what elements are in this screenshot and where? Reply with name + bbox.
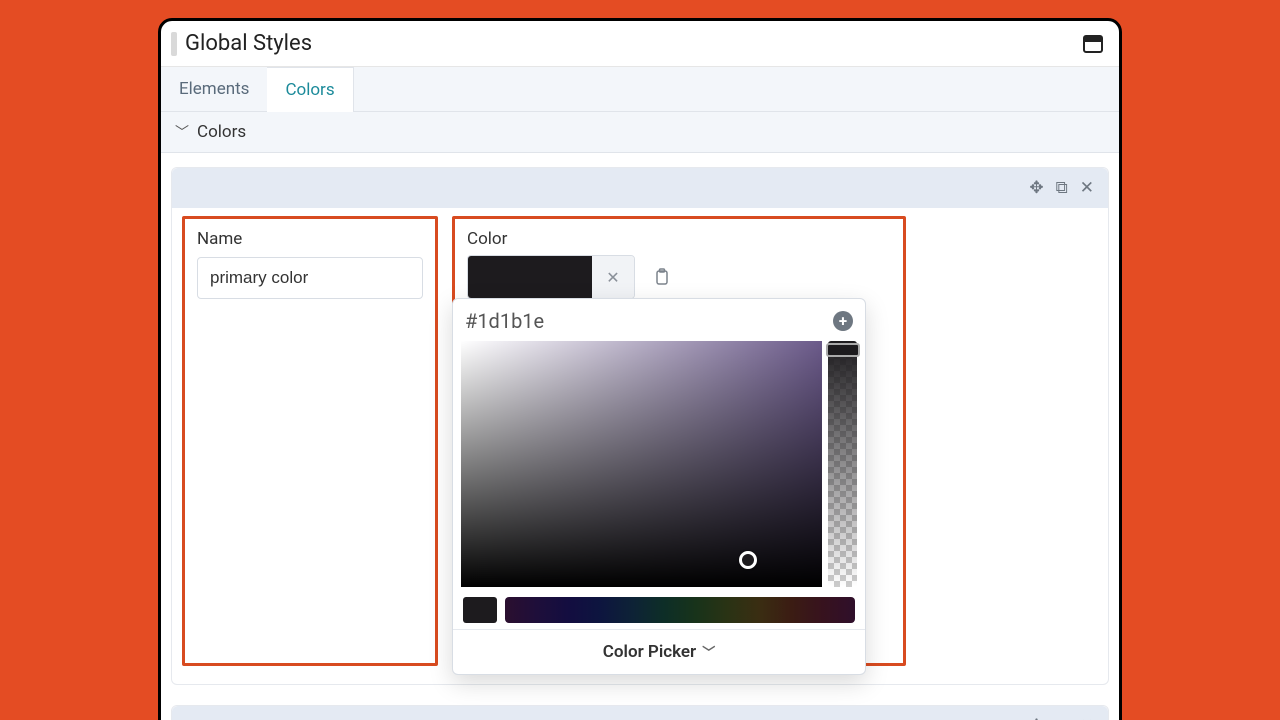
- hex-value[interactable]: #1d1b1e: [465, 309, 544, 333]
- alpha-thumb[interactable]: [826, 343, 860, 357]
- hue-slider[interactable]: [505, 597, 855, 623]
- color-swatch-input[interactable]: ✕: [467, 255, 635, 299]
- tab-colors[interactable]: Colors: [267, 67, 353, 112]
- section-label: Colors: [197, 122, 246, 142]
- card-toolbar: ✥ ⧉ ✕: [172, 168, 1108, 208]
- tabs: Elements Colors: [161, 67, 1119, 112]
- move-icon[interactable]: ✥: [1029, 178, 1043, 198]
- close-icon[interactable]: ✕: [1080, 178, 1094, 198]
- chevron-down-icon: ﹀: [175, 122, 189, 142]
- chevron-down-icon: ﹀: [702, 646, 715, 661]
- copy-icon[interactable]: ⧉: [1056, 178, 1068, 198]
- name-field-highlight: Name: [182, 216, 438, 666]
- saturation-value-area[interactable]: [461, 341, 822, 587]
- clear-color-icon[interactable]: ✕: [592, 256, 634, 298]
- color-swatch: [468, 256, 592, 298]
- card-toolbar: ✥ ⧉ ✕: [172, 706, 1108, 720]
- colors-body: ✥ ⧉ ✕ Name Color: [161, 153, 1119, 720]
- color-label: Color: [467, 229, 891, 249]
- tab-elements[interactable]: Elements: [161, 67, 267, 111]
- color-name-input[interactable]: [197, 257, 423, 299]
- alpha-slider[interactable]: [828, 341, 857, 587]
- current-color-swatch: [463, 597, 497, 623]
- global-styles-panel: Global Styles Elements Colors ﹀ Colors ✥…: [158, 18, 1122, 720]
- name-label: Name: [197, 229, 423, 249]
- clipboard-icon[interactable]: [647, 262, 677, 292]
- window-icon[interactable]: [1083, 35, 1103, 53]
- color-picker: #1d1b1e +: [452, 298, 866, 675]
- section-colors[interactable]: ﹀ Colors: [161, 112, 1119, 153]
- panel-title: Global Styles: [185, 31, 312, 56]
- sv-cursor[interactable]: [739, 551, 757, 569]
- add-swatch-icon[interactable]: +: [833, 311, 853, 331]
- color-card: ✥ ⧉ ✕ Name: [171, 705, 1109, 720]
- close-icon[interactable]: ✕: [1080, 716, 1094, 720]
- color-picker-toggle[interactable]: Color Picker﹀: [453, 629, 865, 674]
- copy-icon[interactable]: ⧉: [1056, 716, 1068, 720]
- panel-header: Global Styles: [161, 21, 1119, 67]
- drag-handle-icon[interactable]: [171, 32, 177, 56]
- color-field-highlight: Color ✕: [452, 216, 906, 666]
- move-icon[interactable]: ✥: [1029, 716, 1043, 720]
- color-card: ✥ ⧉ ✕ Name Color: [171, 167, 1109, 685]
